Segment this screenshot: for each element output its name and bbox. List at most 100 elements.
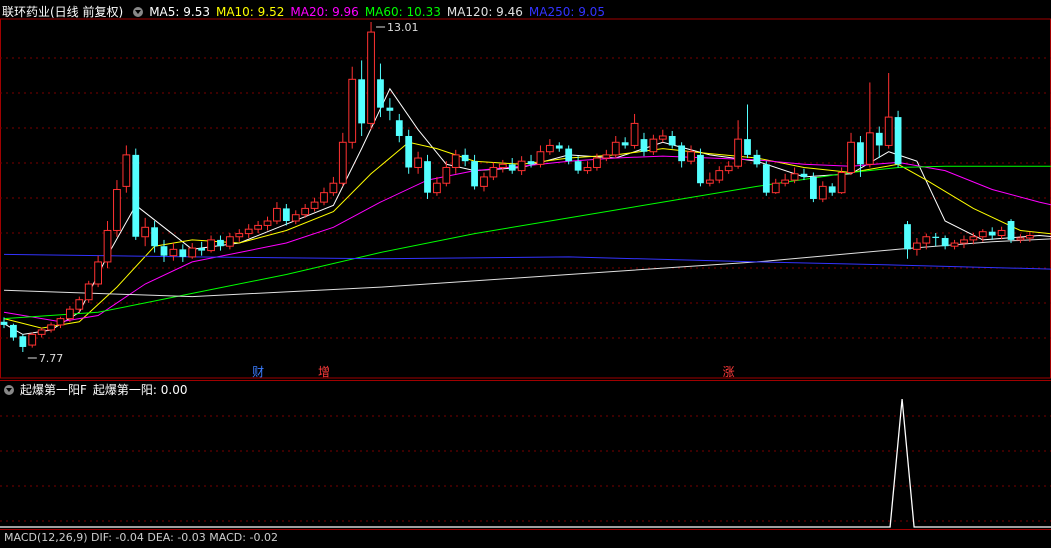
candle[interactable] [941,235,949,250]
candle[interactable] [47,322,55,333]
candle[interactable] [649,134,658,155]
candle[interactable] [611,135,620,159]
candle[interactable] [687,145,695,165]
candle[interactable] [800,168,808,181]
candle[interactable] [969,232,978,245]
candle[interactable] [367,22,375,130]
chevron-down-icon[interactable] [133,7,144,17]
candle[interactable] [405,129,413,174]
candle[interactable] [329,176,338,196]
candle[interactable] [762,161,770,196]
candle[interactable] [338,132,347,187]
candle[interactable] [291,210,300,225]
candle[interactable] [377,63,384,118]
candle[interactable] [932,232,940,247]
candle[interactable] [847,132,855,176]
candle[interactable] [225,232,234,250]
candle[interactable] [28,332,37,348]
candle[interactable] [56,316,65,329]
candle[interactable] [310,197,319,212]
candle[interactable] [122,145,131,193]
candle[interactable] [235,229,244,242]
candle[interactable] [414,151,422,174]
candle[interactable] [997,226,1006,240]
candle[interactable] [545,139,554,155]
candle[interactable] [386,98,394,121]
candle[interactable] [498,159,507,173]
candle[interactable] [10,323,17,341]
candle[interactable] [678,142,686,168]
event-marker[interactable]: 增 [318,365,330,379]
candle[interactable] [697,148,704,187]
candle[interactable] [451,149,460,174]
candle[interactable] [282,204,290,226]
candle[interactable] [1007,219,1015,244]
candle[interactable] [198,241,206,256]
candle[interactable] [884,73,893,149]
candle[interactable] [217,235,224,251]
candle[interactable] [358,60,366,136]
candle[interactable] [160,239,168,262]
candle[interactable] [744,104,751,159]
candle[interactable] [574,156,582,174]
candle[interactable] [489,162,498,181]
candle[interactable] [621,137,629,149]
candle[interactable] [894,110,902,168]
candle[interactable] [84,280,93,303]
candle[interactable] [865,82,874,168]
candle[interactable] [771,178,780,194]
candle[interactable] [179,244,187,262]
kline-chart[interactable]: 13.01 7.77 财 增 涨 [0,0,1051,538]
candle[interactable] [263,216,272,231]
candle[interactable] [508,158,516,174]
candle[interactable] [480,172,488,192]
candle[interactable] [781,173,790,187]
candle[interactable] [753,149,761,168]
candle[interactable] [424,154,431,199]
candle[interactable] [320,187,328,206]
candle[interactable] [169,243,178,261]
candle[interactable] [433,176,441,196]
candle[interactable] [151,221,158,253]
candle[interactable] [244,224,253,239]
candle[interactable] [913,238,921,256]
candle[interactable] [904,221,911,259]
candle[interactable] [875,126,883,159]
candle[interactable] [809,172,817,203]
candle[interactable] [734,120,742,169]
candle[interactable] [960,235,968,249]
candle[interactable] [75,296,84,313]
candle[interactable] [207,235,215,253]
candle[interactable] [461,148,469,167]
candle[interactable] [348,66,357,149]
candle[interactable] [950,239,959,250]
candle[interactable] [715,166,724,184]
candle[interactable] [254,221,262,233]
candle[interactable] [37,327,46,338]
chevron-down-icon[interactable] [4,385,14,395]
candle[interactable] [19,334,27,352]
event-marker[interactable]: 涨 [723,364,735,379]
candle[interactable] [141,217,150,247]
candle[interactable] [188,243,197,259]
candle[interactable] [103,221,112,269]
candle[interactable] [132,148,140,240]
candle[interactable] [828,183,836,196]
candle[interactable] [94,255,103,288]
event-marker[interactable]: 财 [252,365,264,379]
candle[interactable] [705,172,714,187]
candle[interactable] [273,202,281,225]
candle[interactable] [988,227,996,240]
candle[interactable] [517,156,526,176]
candle[interactable] [1016,234,1025,244]
candle[interactable] [630,113,639,149]
candle[interactable] [395,113,403,143]
macd-header: MACD(12,26,9) DIF: -0.04 DEA: -0.03 MACD… [4,528,284,548]
candle[interactable] [602,149,611,162]
candle[interactable] [555,142,563,152]
candle[interactable] [640,132,648,157]
candle[interactable] [536,145,545,168]
candle[interactable] [818,181,827,203]
candle[interactable] [658,129,667,143]
candle[interactable] [113,180,121,237]
